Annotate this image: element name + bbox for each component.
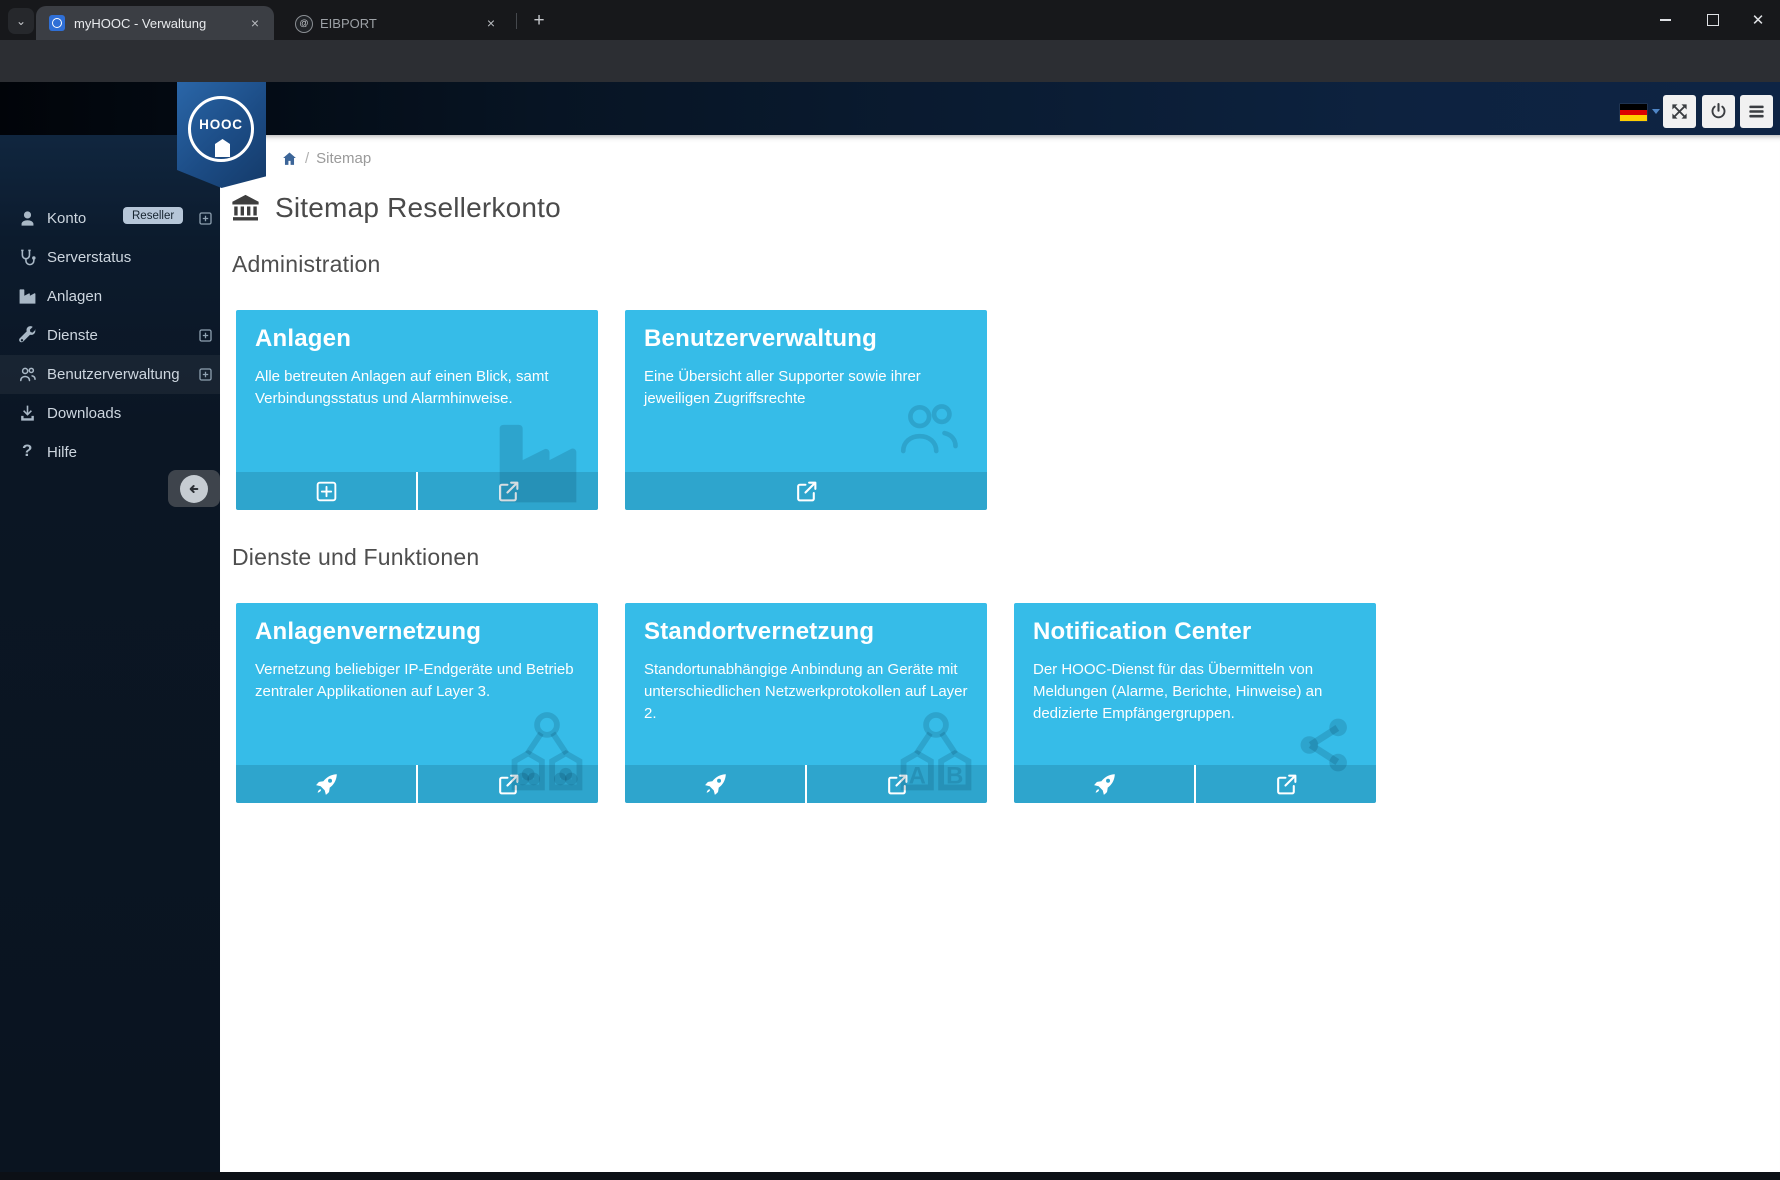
collapse-arrow-icon	[180, 475, 208, 503]
tab-title: EIBPORT	[320, 16, 485, 31]
fullscreen-arrows-icon	[1670, 102, 1689, 121]
card-title: Standortvernetzung	[644, 618, 874, 646]
tab-myhooc[interactable]: myHOOC - Verwaltung ×	[36, 6, 274, 40]
browser-toolbar: my.hooc.me/#/app/mngt/reseller/6918/site…	[0, 40, 1780, 82]
section-heading-administration: Administration	[232, 251, 381, 278]
plus-square-icon	[314, 479, 339, 504]
user-icon	[18, 209, 37, 228]
wrench-icon	[18, 326, 37, 345]
factory-watermark-icon	[492, 416, 584, 510]
card-title: Notification Center	[1033, 618, 1251, 646]
sidebar-item-label: Hilfe	[47, 444, 77, 461]
open-external-button[interactable]	[625, 472, 987, 510]
share-watermark-icon	[1290, 713, 1358, 777]
card-description: Alle betreuten Anlagen auf einen Blick, …	[255, 366, 580, 410]
tab-title: myHOOC - Verwaltung	[74, 16, 239, 31]
hooc-logo-house-icon	[215, 139, 230, 157]
site-network-watermark-icon: A B	[895, 709, 977, 801]
card-anlagen[interactable]: Anlagen Alle betreuten Anlagen auf einen…	[236, 310, 598, 510]
card-standortvernetzung[interactable]: Standortvernetzung Standortunabhängige A…	[625, 603, 987, 803]
bank-icon	[229, 193, 262, 223]
sidebar-item-benutzerverwaltung[interactable]: Benutzerverwaltung	[0, 355, 220, 394]
page-title: Sitemap Resellerkonto	[275, 192, 561, 224]
sidebar-item-label: Anlagen	[47, 288, 102, 305]
card-benutzerverwaltung[interactable]: Benutzerverwaltung Eine Übersicht aller …	[625, 310, 987, 510]
expand-plus-icon[interactable]	[199, 368, 212, 381]
launch-button[interactable]	[625, 765, 805, 803]
expand-plus-icon[interactable]	[199, 212, 212, 225]
sidebar-collapse-button[interactable]	[168, 470, 220, 507]
sidebar-item-label: Dienste	[47, 327, 98, 344]
card-notification-center[interactable]: Notification Center Der HOOC-Dienst für …	[1014, 603, 1376, 803]
screen: { "browser": { "tabs": [ {"title": "myHO…	[0, 0, 1780, 1180]
svg-text:B: B	[946, 763, 963, 790]
rocket-icon	[1092, 772, 1117, 797]
sidebar-item-label: Downloads	[47, 405, 121, 422]
hooc-logo-circle: HOOC	[188, 96, 254, 162]
tab-close-icon[interactable]: ×	[246, 14, 264, 32]
rocket-icon	[314, 772, 339, 797]
browser-tabstrip: ⌄ myHOOC - Verwaltung × @ EIBPORT × + ✕	[0, 0, 1780, 40]
app-menu-button[interactable]	[1740, 95, 1773, 128]
hooc-logo-text: HOOC	[191, 117, 251, 132]
breadcrumb: / Sitemap	[281, 148, 371, 168]
sidebar-item-downloads[interactable]: Downloads	[0, 394, 220, 433]
expand-plus-icon[interactable]	[199, 329, 212, 342]
sidebar-item-konto[interactable]: Konto Reseller	[0, 199, 220, 238]
hooc-logo-ribbon: HOOC	[177, 82, 266, 188]
window-maximize-button[interactable]	[1696, 6, 1730, 34]
sidebar-item-label: Konto	[47, 210, 86, 227]
breadcrumb-page[interactable]: Sitemap	[316, 150, 371, 167]
download-icon	[18, 404, 37, 423]
sidebar-item-label: Serverstatus	[47, 249, 131, 266]
window-close-button[interactable]: ✕	[1741, 6, 1775, 34]
language-flag-german[interactable]	[1620, 104, 1647, 121]
section-heading-dienste: Dienste und Funktionen	[232, 544, 479, 571]
main-content: / Sitemap Sitemap Resellerkonto Administ…	[220, 135, 1780, 1172]
card-footer	[625, 472, 987, 510]
reseller-badge: Reseller	[123, 207, 183, 224]
hamburger-menu-icon	[1747, 102, 1766, 121]
language-chevron-down-icon[interactable]	[1652, 109, 1660, 114]
window-minimize-button[interactable]	[1648, 6, 1682, 34]
sidebar-item-hilfe[interactable]: ? Hilfe	[0, 433, 220, 472]
sidebar-item-anlagen[interactable]: Anlagen	[0, 277, 220, 316]
card-title: Anlagenvernetzung	[255, 618, 481, 646]
new-tab-button[interactable]: +	[526, 8, 552, 34]
card-title: Benutzerverwaltung	[644, 325, 877, 353]
sidebar-item-label: Benutzerverwaltung	[47, 366, 180, 383]
app-header	[0, 82, 1780, 135]
stethoscope-icon	[18, 248, 37, 267]
eibport-favicon: @	[295, 15, 313, 33]
svg-text:A: A	[909, 763, 926, 790]
sidebar-item-serverstatus[interactable]: Serverstatus	[0, 238, 220, 277]
card-title: Anlagen	[255, 325, 351, 353]
logout-power-button[interactable]	[1702, 95, 1735, 128]
question-icon: ?	[22, 441, 32, 461]
tab-search-chevron-button[interactable]: ⌄	[8, 8, 34, 34]
sidebar-item-dienste[interactable]: Dienste	[0, 316, 220, 355]
users-watermark-icon	[893, 396, 963, 462]
launch-button[interactable]	[1014, 765, 1194, 803]
factory-icon	[18, 287, 37, 306]
power-icon	[1709, 102, 1728, 121]
add-button[interactable]	[236, 472, 416, 510]
sidebar: Konto Reseller Serverstatus Anlagen Dien…	[0, 135, 220, 1172]
card-anlagenvernetzung[interactable]: Anlagenvernetzung Vernetzung beliebiger …	[236, 603, 598, 803]
tab-separator	[516, 13, 517, 29]
rocket-icon	[703, 772, 728, 797]
users-icon	[18, 365, 37, 384]
page-title-bar: Sitemap Resellerkonto	[229, 192, 561, 224]
tab-close-icon[interactable]: ×	[482, 14, 500, 32]
tab-eibport[interactable]: @ EIBPORT ×	[282, 6, 510, 40]
external-link-icon	[794, 479, 819, 504]
hooc-favicon	[49, 15, 65, 31]
plant-network-watermark-icon	[506, 709, 588, 801]
fullscreen-button[interactable]	[1663, 95, 1696, 128]
launch-button[interactable]	[236, 765, 416, 803]
breadcrumb-separator: /	[305, 150, 309, 167]
home-icon[interactable]	[281, 150, 298, 167]
card-description: Vernetzung beliebiger IP-Endgeräte und B…	[255, 659, 580, 703]
